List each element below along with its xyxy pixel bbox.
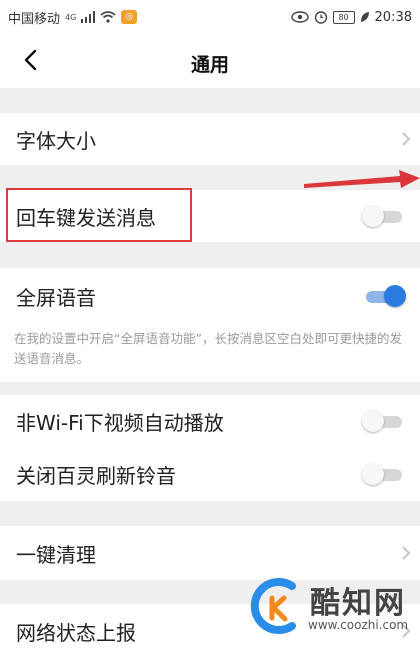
eye-icon <box>290 11 309 23</box>
status-bar: 中国移动 4G ◎ 80 20:38 <box>0 0 420 34</box>
refresh-sound-toggle[interactable] <box>362 462 406 486</box>
coozhi-logo-icon <box>250 578 296 634</box>
chevron-right-icon <box>402 132 411 146</box>
chevron-right-icon <box>402 546 411 560</box>
battery-icon: 80 <box>332 10 355 24</box>
page-title: 通用 <box>190 54 229 76</box>
autoplay-video-label: 非Wi-Fi下视频自动播放 <box>16 410 224 435</box>
watermark-brand: 酷知网 <box>310 586 406 621</box>
network-report-label: 网络状态上报 <box>16 620 136 645</box>
watermark: 酷知网 www.coozhi.com <box>250 572 420 642</box>
network-type: 4G <box>65 12 77 22</box>
clock: 20:38 <box>374 9 412 25</box>
fullscreen-voice-row: 全屏语音 <box>0 268 420 324</box>
alarm-icon <box>314 11 327 24</box>
refresh-sound-label: 关闭百灵刷新铃音 <box>16 463 176 488</box>
autoplay-video-toggle[interactable] <box>362 409 406 433</box>
fullscreen-voice-label: 全屏语音 <box>16 285 96 310</box>
leaf-icon <box>360 12 369 22</box>
font-size-label: 字体大小 <box>16 128 96 153</box>
highlight-box <box>6 188 192 242</box>
autoplay-video-row: 非Wi-Fi下视频自动播放 <box>0 395 420 447</box>
status-bar-right: 80 20:38 <box>290 9 412 25</box>
clear-cache-label: 一键清理 <box>16 542 96 567</box>
status-bar-left: 中国移动 4G ◎ <box>8 8 138 27</box>
refresh-sound-row: 关闭百灵刷新铃音 <box>0 447 420 501</box>
wifi-icon <box>100 11 116 23</box>
carrier-name: 中国移动 <box>8 11 61 27</box>
enter-to-send-toggle[interactable] <box>362 204 406 228</box>
app-notification-icon: ◎ <box>121 10 138 24</box>
toggle-knob <box>362 463 384 485</box>
annotation-arrow-icon <box>304 170 420 188</box>
nav-header: 通用 <box>0 34 420 88</box>
toggle-knob <box>384 285 406 307</box>
signal-icon <box>81 11 96 23</box>
toggle-knob <box>362 410 384 432</box>
fullscreen-voice-note: 在我的设置中开启“全屏语音功能”，长按消息区空白处即可更快捷的发送语音消息。 <box>14 331 402 366</box>
toggle-knob <box>362 205 384 227</box>
watermark-url: www.coozhi.com <box>308 618 409 632</box>
fullscreen-voice-toggle[interactable] <box>362 284 406 308</box>
font-size-row[interactable]: 字体大小 <box>0 113 420 165</box>
